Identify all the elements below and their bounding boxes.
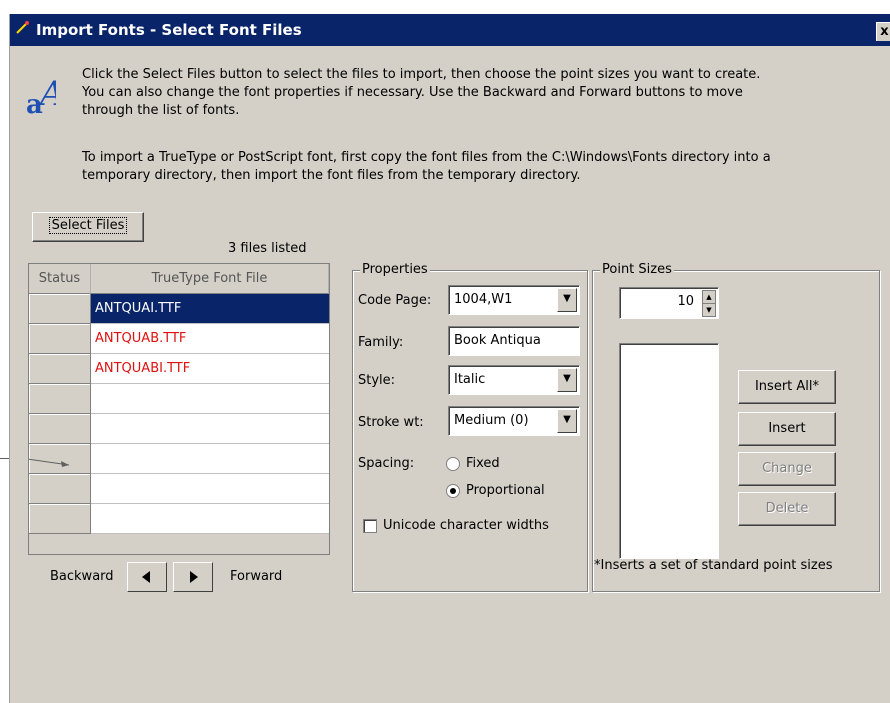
file-cell[interactable]	[91, 474, 329, 504]
code-page-label: Code Page:	[358, 293, 432, 308]
spinner-up-icon[interactable]: ▲	[702, 290, 716, 304]
change-button[interactable]: Change	[738, 452, 836, 486]
table-row[interactable]: ANTQUABI.TTF	[29, 354, 329, 384]
instruction-line-2: You can also change the font properties …	[82, 85, 743, 100]
status-cell	[29, 354, 91, 384]
point-sizes-list[interactable]	[619, 343, 719, 559]
file-cell[interactable]	[91, 504, 329, 534]
close-button[interactable]: x	[876, 22, 890, 41]
wand-icon	[16, 21, 29, 34]
table-filler	[29, 534, 329, 554]
instruction-line-3: through the list of fonts.	[82, 103, 240, 118]
table-row[interactable]	[29, 504, 329, 534]
chevron-down-icon[interactable]: ▼	[557, 368, 577, 392]
import-fonts-dialog: Import Fonts - Select Font Files x A a C…	[9, 14, 890, 703]
fixed-label: Fixed	[466, 456, 500, 471]
select-files-label: Select Files	[48, 217, 128, 234]
title-bar: Import Fonts - Select Font Files x	[10, 14, 890, 46]
code-page-value: 1004,W1	[454, 292, 513, 307]
point-sizes-footnote: *Inserts a set of standard point sizes	[594, 558, 833, 573]
unicode-label: Unicode character widths	[383, 518, 549, 533]
arrow-pointer-icon	[29, 458, 70, 467]
insert-all-button[interactable]: Insert All*	[738, 370, 836, 404]
point-sizes-group-label: Point Sizes	[600, 262, 674, 278]
chevron-down-icon[interactable]: ▼	[557, 288, 577, 312]
backward-button[interactable]	[127, 562, 167, 592]
style-value: Italic	[454, 372, 486, 387]
forward-label: Forward	[230, 569, 283, 584]
status-cell	[29, 444, 91, 474]
instruction-line-5: temporary directory, then import the fon…	[82, 168, 581, 183]
select-files-button[interactable]: Select Files	[32, 212, 144, 242]
table-row[interactable]: ANTQUAB.TTF	[29, 324, 329, 354]
table-row[interactable]	[29, 384, 329, 414]
file-cell[interactable]	[91, 414, 329, 444]
svg-text:a: a	[26, 90, 43, 115]
column-header-status: Status	[29, 264, 91, 294]
point-size-input[interactable]: 10 ▲ ▼	[619, 287, 719, 319]
table-row[interactable]	[29, 444, 329, 474]
radio-selected-dot	[450, 488, 456, 494]
file-cell[interactable]	[91, 444, 329, 474]
file-cell[interactable]	[91, 384, 329, 414]
font-file-table: Status TrueType Font File ANTQUAI.TTF AN…	[28, 263, 330, 555]
file-cell[interactable]: ANTQUAB.TTF	[91, 324, 329, 354]
table-row[interactable]	[29, 474, 329, 504]
spacing-label: Spacing:	[358, 456, 415, 471]
status-cell	[29, 324, 91, 354]
insert-button[interactable]: Insert	[738, 412, 836, 446]
spinner-down-icon[interactable]: ▼	[702, 303, 716, 317]
status-cell	[29, 414, 91, 444]
family-label: Family:	[358, 335, 404, 350]
table-row[interactable]	[29, 414, 329, 444]
column-header-file: TrueType Font File	[91, 264, 329, 294]
status-cell	[29, 294, 91, 324]
family-input[interactable]: Book Antiqua	[448, 326, 580, 356]
file-cell[interactable]: ANTQUAI.TTF	[91, 294, 329, 324]
font-aa-icon: A a	[26, 74, 56, 115]
table-row[interactable]: ANTQUAI.TTF	[29, 294, 329, 324]
stroke-select[interactable]: Medium (0) ▼	[448, 406, 580, 436]
delete-label: Delete	[765, 501, 809, 516]
stroke-value: Medium (0)	[454, 413, 529, 428]
proportional-radio[interactable]	[446, 484, 460, 498]
proportional-label: Proportional	[466, 483, 545, 498]
instruction-line-4: To import a TrueType or PostScript font,…	[82, 150, 771, 165]
point-size-value: 10	[677, 294, 694, 309]
stroke-label: Stroke wt:	[358, 415, 424, 430]
files-count: 3 files listed	[228, 241, 307, 256]
family-value: Book Antiqua	[454, 333, 541, 348]
forward-button[interactable]	[173, 562, 213, 592]
instruction-line-1: Click the Select Files button to select …	[82, 67, 761, 82]
delete-button[interactable]: Delete	[738, 492, 836, 526]
change-label: Change	[762, 461, 812, 476]
unicode-checkbox[interactable]	[363, 519, 377, 533]
status-cell	[29, 474, 91, 504]
fixed-radio[interactable]	[446, 457, 460, 471]
style-label: Style:	[358, 373, 396, 388]
code-page-select[interactable]: 1004,W1 ▼	[448, 285, 580, 315]
style-select[interactable]: Italic ▼	[448, 365, 580, 395]
properties-group-label: Properties	[360, 262, 430, 278]
arrow-left-icon	[142, 571, 150, 583]
status-cell	[29, 384, 91, 414]
backward-label: Backward	[50, 569, 114, 584]
chevron-down-icon[interactable]: ▼	[557, 409, 577, 433]
arrow-right-icon	[190, 571, 198, 583]
file-cell[interactable]: ANTQUABI.TTF	[91, 354, 329, 384]
status-cell	[29, 504, 91, 534]
window-title: Import Fonts - Select Font Files	[36, 21, 302, 39]
